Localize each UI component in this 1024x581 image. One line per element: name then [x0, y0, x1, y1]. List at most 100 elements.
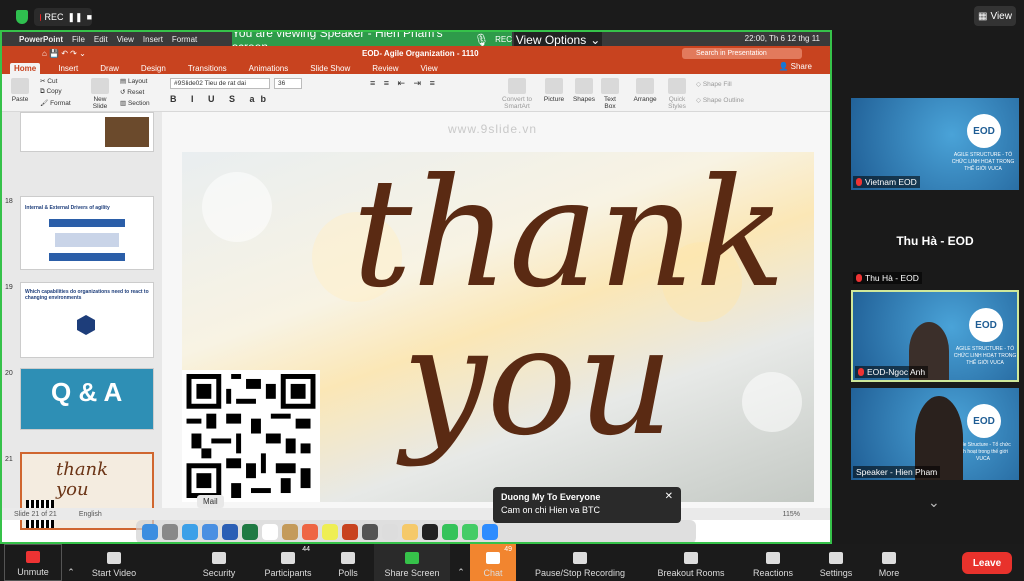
tab-home[interactable]: Home [10, 63, 41, 74]
unmute-button[interactable]: Unmute [4, 544, 62, 581]
tab-draw[interactable]: Draw [96, 63, 123, 74]
safari-icon[interactable] [182, 524, 198, 540]
text-format-buttons[interactable]: B I U S ab [170, 94, 272, 104]
section-button[interactable]: ▥ Section [120, 99, 150, 107]
reset-button[interactable]: ↺ Reset [120, 88, 144, 96]
menu-view[interactable]: View [117, 35, 134, 44]
tab-animations[interactable]: Animations [245, 63, 293, 74]
view-options-button[interactable]: View Options ⌄ [514, 32, 602, 47]
chevron-down-icon[interactable]: ⌄ [928, 494, 940, 511]
slide-thumbnail-20[interactable]: Q & A [20, 368, 154, 430]
notes-icon[interactable] [282, 524, 298, 540]
search-input[interactable]: Search in Presentation [682, 47, 802, 59]
mail-icon[interactable] [202, 524, 218, 540]
reminders-icon[interactable] [382, 524, 398, 540]
calendar-icon[interactable] [262, 524, 278, 540]
more-icon [882, 552, 896, 564]
zoom-app-icon[interactable] [482, 524, 498, 540]
slide-thumbnail-17[interactable] [20, 112, 154, 152]
facetime-icon[interactable] [462, 524, 478, 540]
terminal-icon[interactable] [422, 524, 438, 540]
menu-format[interactable]: Format [172, 35, 197, 44]
pages-icon[interactable] [402, 524, 418, 540]
start-video-button[interactable]: Start Video [86, 544, 142, 581]
participant-tile-vietnam-eod[interactable]: EOD AGILE STRUCTURE - TỔ CHỨC LINH HOẠT … [851, 98, 1019, 190]
meeting-toolbar: Unmute ⌃ Start Video Security 44 Particip… [0, 544, 1024, 581]
zoom-level[interactable]: 115% [783, 511, 800, 518]
reactions-label: Reactions [752, 568, 794, 578]
chat-button[interactable]: 49 Chat [470, 544, 516, 581]
polls-button[interactable]: Polls [330, 544, 366, 581]
messages-icon[interactable] [442, 524, 458, 540]
tab-review[interactable]: Review [368, 63, 402, 74]
share-button[interactable]: 👤 Share [778, 62, 812, 71]
paragraph-buttons[interactable]: ≡ ≡ ⇤ ⇥ ≡ [370, 78, 438, 89]
tab-view[interactable]: View [417, 63, 442, 74]
tab-transitions[interactable]: Transitions [184, 63, 231, 74]
chat-notification[interactable]: Duong My To Everyone Cam on chi Hien va … [493, 487, 681, 523]
autosave-icons[interactable]: ⌂ 💾 ↶ ↷ ⌄ [42, 49, 86, 58]
shape-outline-button[interactable]: ◇ Shape Outline [696, 96, 744, 104]
current-slide[interactable]: thank you [182, 152, 814, 502]
participant-name: Speaker - Hien Pham [856, 467, 938, 477]
powerpoint-icon[interactable] [342, 524, 358, 540]
participants-label: Participants [264, 568, 312, 578]
menu-insert[interactable]: Insert [143, 35, 163, 44]
security-button[interactable]: Security [198, 544, 240, 581]
chrome-icon[interactable] [322, 524, 338, 540]
layout-button[interactable]: ▤ Layout [120, 77, 147, 85]
slide-thumbnail-18[interactable]: Internal & External Drivers of agility [20, 196, 154, 270]
format-painter-button[interactable]: 🖌 Format [40, 99, 71, 107]
paste-button[interactable]: Paste [8, 78, 32, 103]
breakout-rooms-button[interactable]: Breakout Rooms [654, 544, 728, 581]
participant-label: Thu Hà - EOD [853, 272, 922, 284]
menu-edit[interactable]: Edit [94, 35, 108, 44]
font-size-select[interactable]: 36 [274, 78, 302, 89]
excel-icon[interactable] [242, 524, 258, 540]
thumb-19-title: Which capabilities do organizations need… [25, 289, 149, 301]
quick-styles-button[interactable]: Quick Styles [662, 78, 692, 110]
reactions-button[interactable]: Reactions [750, 544, 796, 581]
finder-icon[interactable] [142, 524, 158, 540]
cut-button[interactable]: ✂ Cut [40, 77, 57, 85]
tab-slide-show[interactable]: Slide Show [306, 63, 354, 74]
language-indicator[interactable]: English [79, 511, 102, 518]
recording-indicator[interactable]: REC ❚❚ ■ [34, 8, 92, 26]
more-button[interactable]: More [874, 544, 904, 581]
slide-thumbnail-19[interactable]: Which capabilities do organizations need… [20, 282, 154, 358]
leave-button[interactable]: Leave [962, 552, 1012, 574]
audio-options-chevron[interactable]: ⌃ [64, 544, 78, 581]
close-icon[interactable]: ✕ [665, 491, 673, 502]
tab-insert[interactable]: Insert [54, 63, 82, 74]
menu-file[interactable]: File [72, 35, 85, 44]
pause-icon[interactable]: ❚❚ [67, 12, 82, 23]
thumb-18-title: Internal & External Drivers of agility [25, 205, 110, 211]
participant-tile-speaker[interactable]: EOD Agile Structure - Tổ chức linh hoạt … [851, 388, 1019, 480]
shape-fill-button[interactable]: ◇ Shape Fill [696, 80, 732, 88]
textbox-button[interactable]: Text Box [600, 78, 620, 110]
reactions-icon [766, 552, 780, 564]
launchpad-icon[interactable] [162, 524, 178, 540]
new-slide-button[interactable]: New Slide [88, 78, 112, 110]
font-family-select[interactable]: #9Slide02 Tieu de rat dai [170, 78, 270, 89]
chevron-up-icon: ⌃ [457, 567, 465, 577]
word-icon[interactable] [222, 524, 238, 540]
music-icon[interactable] [362, 524, 378, 540]
settings-button[interactable]: Settings [816, 544, 856, 581]
view-button[interactable]: ▦ View [974, 6, 1016, 26]
picture-button[interactable]: Picture [542, 78, 566, 103]
recording-button[interactable]: Pause/Stop Recording [532, 544, 628, 581]
participant-tile-ngoc-anh[interactable]: EOD AGILE STRUCTURE - TỔ CHỨC LINH HOẠT … [851, 290, 1019, 382]
shapes-button[interactable]: Shapes [572, 78, 596, 103]
app-menu[interactable]: PowerPoint [19, 35, 63, 44]
tab-design[interactable]: Design [137, 63, 170, 74]
stop-icon[interactable]: ■ [87, 12, 92, 22]
photos-icon[interactable] [302, 524, 318, 540]
copy-button[interactable]: ⧉ Copy [40, 88, 62, 96]
arrange-button[interactable]: Arrange [630, 78, 660, 103]
share-screen-button[interactable]: Share Screen [374, 544, 450, 581]
participants-button[interactable]: 44 Participants [260, 544, 316, 581]
smartart-button[interactable]: Convert to SmartArt [492, 78, 542, 110]
share-options-chevron[interactable]: ⌃ [454, 544, 468, 581]
participant-tile-thu-ha[interactable]: Thu Hà - EOD Thu Hà - EOD [851, 194, 1019, 286]
